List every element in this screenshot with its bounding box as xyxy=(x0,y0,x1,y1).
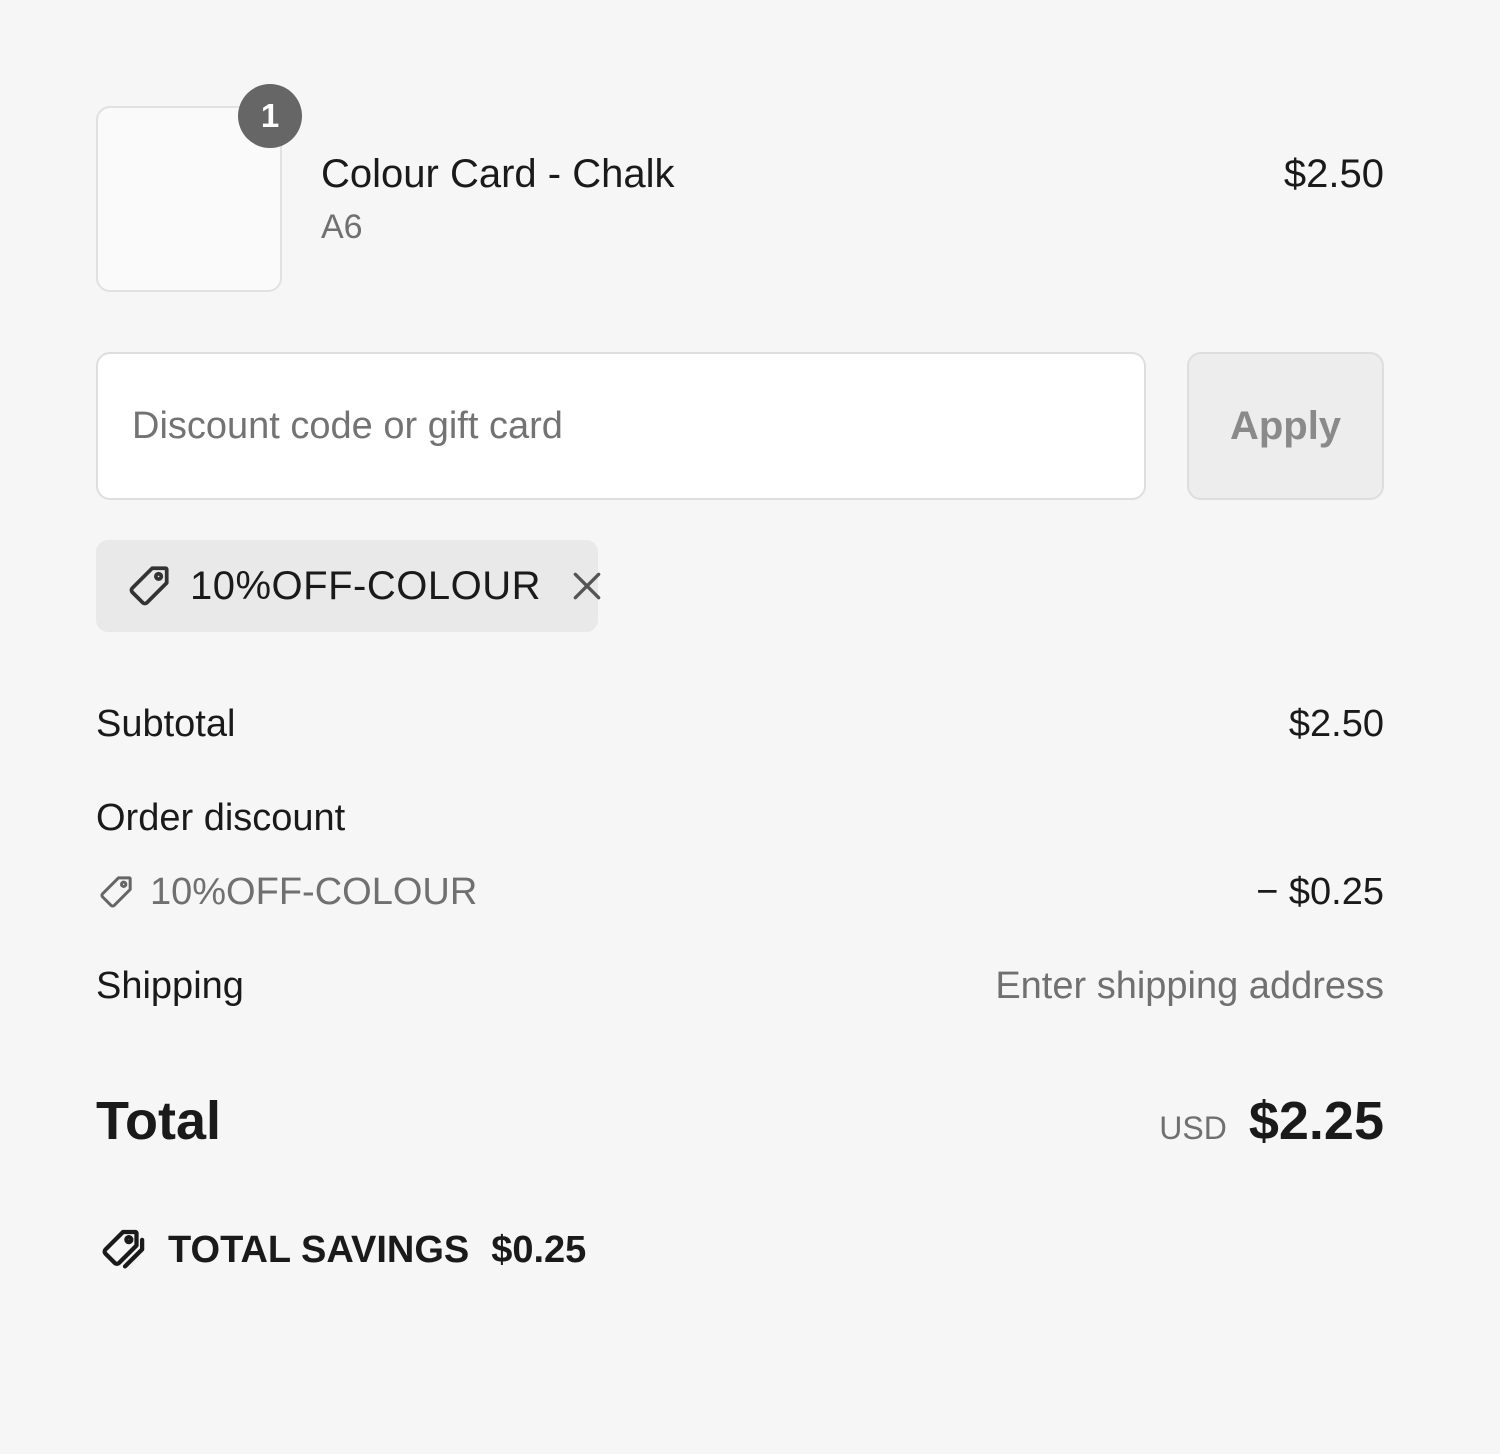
subtotal-label: Subtotal xyxy=(96,702,236,745)
double-tag-icon xyxy=(96,1223,150,1277)
apply-button[interactable]: Apply xyxy=(1187,352,1384,500)
total-savings-label: TOTAL SAVINGS xyxy=(168,1228,470,1271)
tag-icon xyxy=(124,561,174,611)
subtotal-row: Subtotal $2.50 xyxy=(96,700,1384,748)
currency-code: USD xyxy=(1159,1110,1227,1146)
order-discount-label: Order discount xyxy=(96,796,346,839)
order-discount-row: Order discount xyxy=(96,794,1384,842)
total-label: Total xyxy=(96,1091,221,1151)
shipping-label: Shipping xyxy=(96,964,244,1007)
shipping-value: Enter shipping address xyxy=(995,964,1384,1007)
product-title: Colour Card - Chalk xyxy=(321,152,675,196)
total-savings-value: $0.25 xyxy=(491,1228,587,1271)
order-summary: 1 Colour Card - Chalk A6 $2.50 Apply 10%… xyxy=(96,84,1384,1271)
order-discount-code-text: 10%OFF-COLOUR xyxy=(150,870,478,913)
shipping-row: Shipping Enter shipping address xyxy=(96,962,1384,1010)
total-savings: TOTAL SAVINGS $0.25 xyxy=(96,1222,586,1278)
discount-form: Apply xyxy=(96,352,1384,500)
subtotal-value: $2.50 xyxy=(1288,702,1384,745)
total-amount: USD $2.25 xyxy=(1159,1090,1384,1152)
order-discount-value: − $0.25 xyxy=(1256,870,1384,913)
product-price: $2.50 xyxy=(1283,152,1384,196)
order-discount-code: 10%OFF-COLOUR xyxy=(96,871,477,914)
remove-discount-close-icon[interactable] xyxy=(567,566,607,606)
total-value: $2.25 xyxy=(1248,1091,1384,1151)
line-item: 1 Colour Card - Chalk A6 $2.50 xyxy=(96,84,1384,292)
applied-discount-code: 10%OFF-COLOUR xyxy=(190,563,541,608)
order-discount-code-row: 10%OFF-COLOUR − $0.25 xyxy=(96,866,1384,918)
tag-icon xyxy=(96,872,136,912)
quantity-badge: 1 xyxy=(238,84,302,148)
discount-code-input[interactable] xyxy=(96,352,1146,500)
product-variant: A6 xyxy=(321,208,363,246)
applied-discount-chip: 10%OFF-COLOUR xyxy=(96,540,601,632)
total-row: Total USD $2.25 xyxy=(96,1084,1384,1152)
